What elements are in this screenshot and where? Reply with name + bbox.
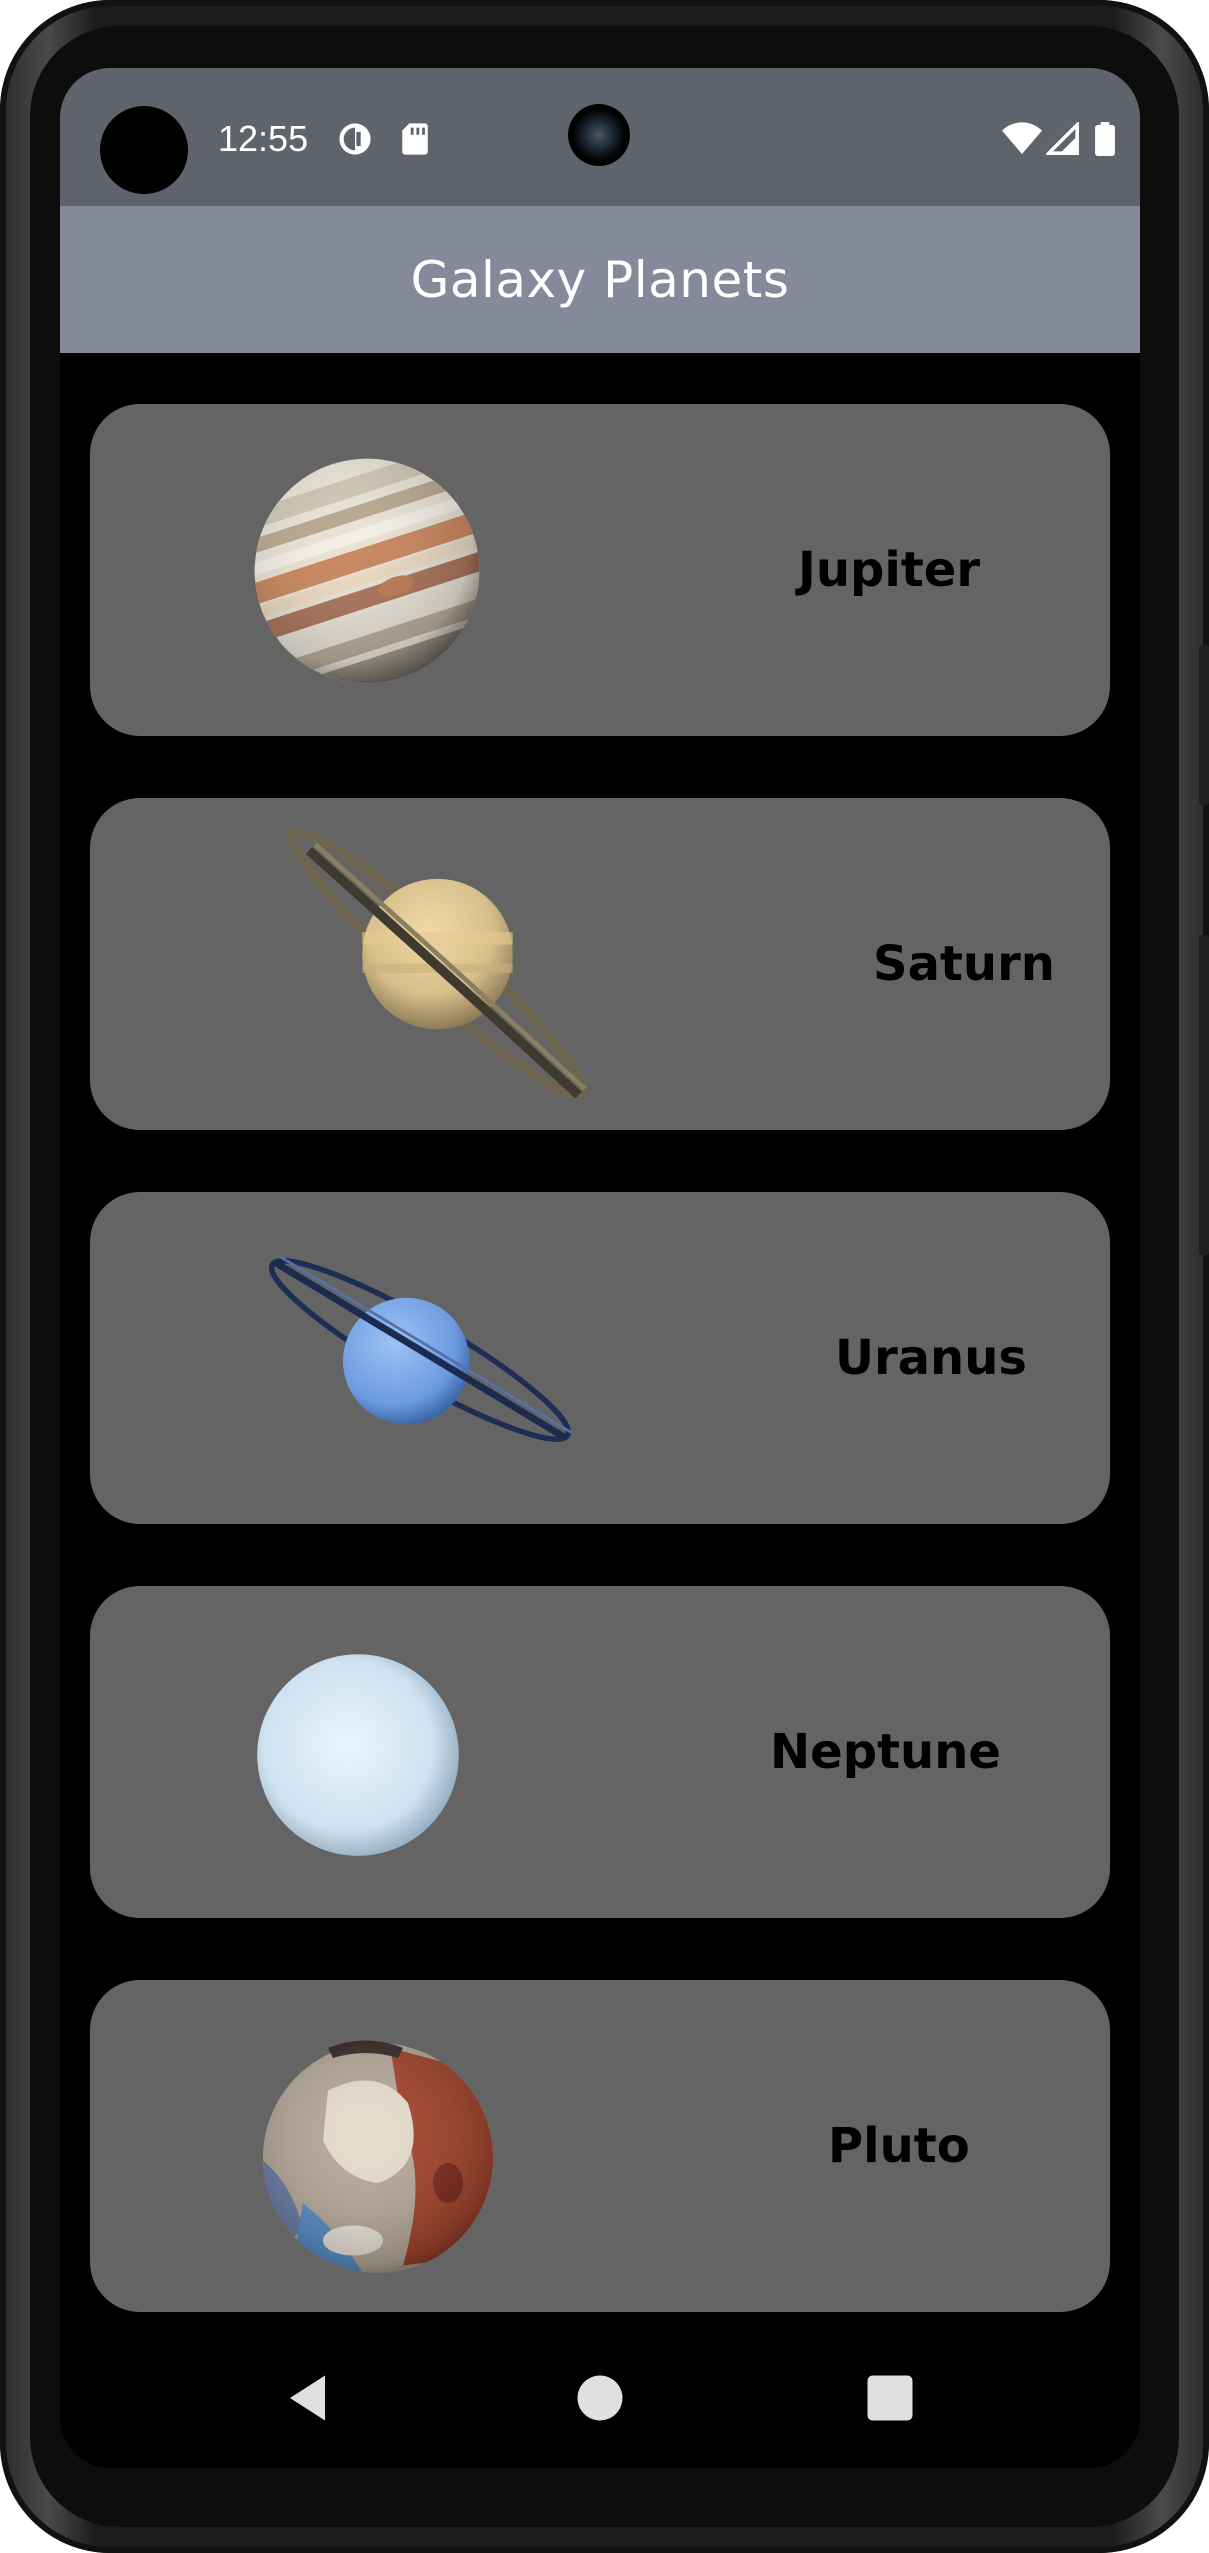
- recents-icon[interactable]: [860, 2368, 920, 2428]
- navigation-bar: [60, 2328, 1140, 2468]
- back-icon[interactable]: [280, 2368, 340, 2428]
- status-bar: 12:55: [60, 68, 1140, 206]
- sd-card-icon: [402, 123, 428, 155]
- power-button: [1199, 645, 1209, 805]
- planet-list: Jupiter Saturn Uranus Neptune Pluto: [90, 404, 1110, 2312]
- home-icon[interactable]: [570, 2368, 630, 2428]
- planet-card-jupiter[interactable]: Jupiter: [90, 404, 1110, 736]
- app-bar: Galaxy Planets: [60, 206, 1140, 353]
- planet-name: Uranus: [835, 1330, 1027, 1386]
- planet-name: Jupiter: [798, 542, 981, 598]
- status-time: 12:55: [218, 118, 309, 159]
- planet-name: Neptune: [770, 1724, 1001, 1780]
- planet-card-saturn[interactable]: Saturn: [90, 798, 1110, 1130]
- planet-name: Pluto: [828, 2118, 970, 2174]
- signal-icon: [1046, 122, 1079, 155]
- data-saver-icon: [339, 123, 371, 155]
- planet-card-uranus[interactable]: Uranus: [90, 1192, 1110, 1524]
- screen: 12:55 Galaxy Planets Jupiter Saturn Uran…: [60, 68, 1140, 2468]
- planet-card-neptune[interactable]: Neptune: [90, 1586, 1110, 1918]
- front-camera: [568, 104, 630, 166]
- uranus-image: [268, 1255, 572, 1442]
- profile-dot: [100, 106, 188, 194]
- pluto-image: [263, 2040, 493, 2273]
- planet-card-pluto[interactable]: Pluto: [90, 1980, 1110, 2312]
- phone-frame: 12:55 Galaxy Planets Jupiter Saturn Uran…: [0, 0, 1209, 2553]
- volume-button: [1199, 935, 1209, 1255]
- jupiter-image: [225, 429, 509, 713]
- planet-name: Saturn: [873, 936, 1055, 992]
- saturn-image: [287, 826, 588, 1101]
- battery-icon: [1095, 122, 1115, 156]
- wifi-icon: [1002, 122, 1042, 154]
- app-title: Galaxy Planets: [410, 250, 790, 309]
- neptune-image: [257, 1654, 459, 1856]
